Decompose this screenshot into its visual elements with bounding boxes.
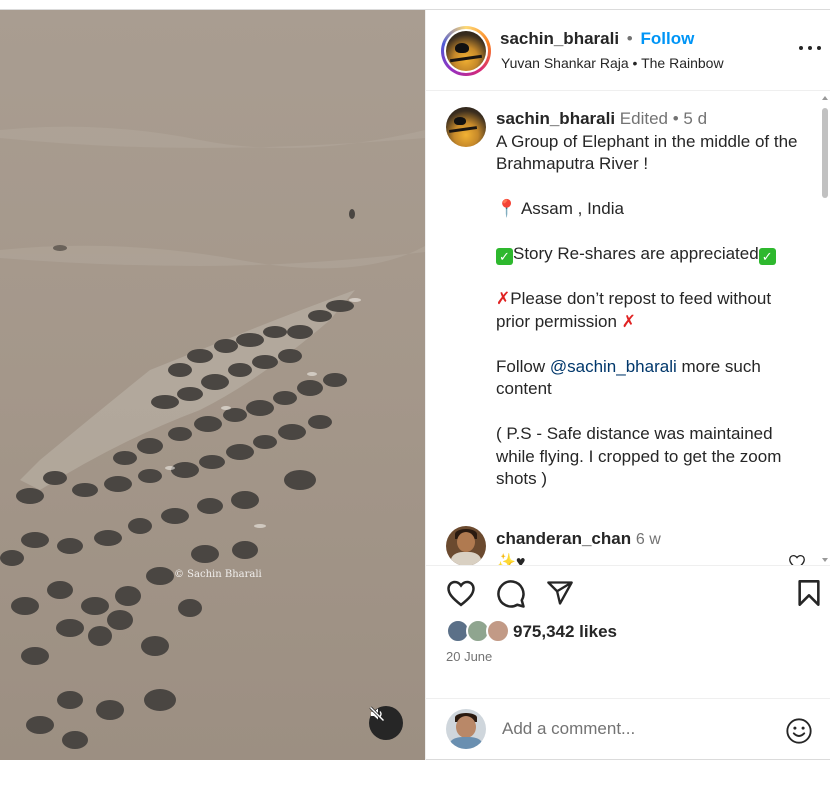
comment-time[interactable]: 6 w [636, 531, 661, 548]
river-elephants-image [0, 10, 425, 760]
comment-text: ✨♥ [496, 554, 526, 566]
caption-ps: ( P.S - Safe distance was maintained whi… [496, 424, 782, 488]
checkmark-icon: ✓ [758, 248, 776, 265]
caption-line-title: A Group of Elephant in the middle of the… [496, 131, 798, 174]
caption-dot: • [672, 109, 679, 128]
share-icon[interactable] [546, 579, 574, 607]
post-header: sachin_bharali • Follow Yuvan Shankar Ra… [426, 10, 830, 91]
likes-count[interactable]: 975,342 likes [513, 622, 617, 642]
author-avatar[interactable] [441, 26, 491, 76]
current-user-avatar [446, 709, 486, 749]
post-video[interactable]: © Sachin Bharali [0, 10, 425, 760]
liker-avatar [486, 619, 510, 643]
comments-scrollbar[interactable] [820, 92, 830, 566]
watermark: © Sachin Bharali [174, 569, 262, 580]
bookmark-icon[interactable] [796, 579, 822, 607]
caption-reshare: Story Re-shares are appreciated [513, 244, 759, 263]
checkmark-icon: ✓ [496, 248, 513, 265]
author-username[interactable]: sachin_bharali [500, 29, 619, 48]
caption-username[interactable]: sachin_bharali [496, 109, 615, 128]
post-side-panel: sachin_bharali • Follow Yuvan Shankar Ra… [425, 10, 830, 760]
audio-artist[interactable]: Yuvan Shankar Raja [501, 55, 629, 71]
cross-icon: ✗ [621, 311, 636, 331]
comments-section: sachin_bharali Edited • 5 d A Group of E… [426, 92, 830, 566]
caption: sachin_bharali Edited • 5 d A Group of E… [496, 108, 806, 491]
more-options-icon[interactable] [799, 44, 821, 52]
caption-follow-prefix: Follow [496, 356, 550, 376]
caption-author-avatar[interactable] [446, 107, 486, 147]
comment-like-heart-icon[interactable] [788, 554, 806, 566]
caption-time[interactable]: 5 d [683, 109, 707, 128]
separator-dot: • [626, 29, 633, 48]
commenter-username[interactable]: chanderan_chan [496, 529, 631, 548]
cross-icon: ✗ [496, 289, 511, 308]
audio-track[interactable]: The Rainbow [641, 55, 724, 71]
heart-icon[interactable] [446, 579, 476, 607]
instagram-post: © Sachin Bharali sachin_bharali • Follow… [0, 9, 830, 760]
edited-label: Edited [619, 109, 668, 128]
caption-mention[interactable]: @sachin_bharali [550, 357, 677, 376]
add-comment-bar [426, 698, 830, 760]
likes-row[interactable]: 975,342 likes [446, 619, 826, 645]
caption-location: Assam , India [517, 199, 624, 218]
audio-info[interactable]: Yuvan Shankar Raja • The Rainbow [501, 55, 724, 71]
action-bar [426, 567, 830, 617]
comment-input[interactable] [502, 719, 762, 739]
comment-icon[interactable] [496, 579, 526, 609]
pin-icon: 📍 [496, 199, 518, 218]
audio-separator: • [632, 55, 638, 71]
smiley-icon[interactable] [785, 717, 813, 745]
speaker-muted-icon [369, 706, 385, 722]
post-date[interactable]: 20 June [446, 649, 492, 664]
follow-button[interactable]: Follow [640, 29, 694, 48]
mute-button[interactable] [369, 706, 403, 740]
commenter-avatar[interactable] [446, 526, 486, 565]
